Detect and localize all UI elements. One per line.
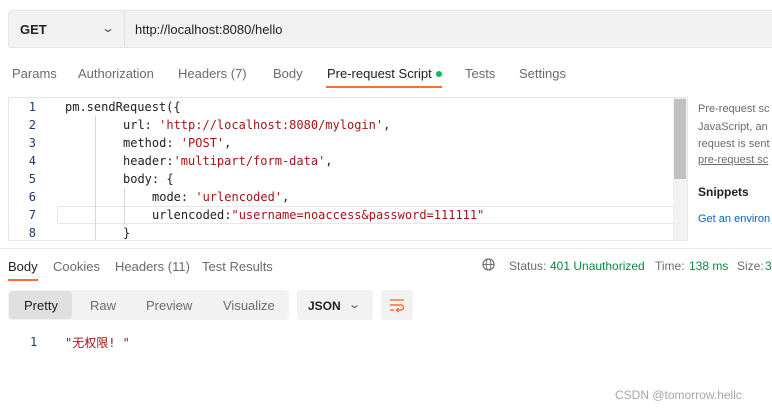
- tab-body[interactable]: Body: [273, 66, 303, 81]
- chevron-down-icon: ⌄: [100, 21, 116, 35]
- code-line-7: urlencoded:"username=noaccess&password=1…: [152, 208, 484, 222]
- code-string: 'urlencoded': [195, 190, 283, 204]
- code-line-8: }: [123, 226, 131, 240]
- globe-icon[interactable]: [482, 258, 495, 271]
- code-punct: ,: [282, 190, 290, 204]
- line-number: 5: [28, 172, 36, 186]
- side-help-text: JavaScript, an: [698, 121, 768, 133]
- request-url-bar: GET ⌄ http://localhost:8080/hello: [8, 10, 772, 48]
- status-label: Status:: [509, 259, 547, 273]
- code-string: 'multipart/form-data': [173, 154, 326, 168]
- tab-headers[interactable]: Headers (7): [178, 66, 247, 81]
- response-tab-headers[interactable]: Headers (11): [115, 259, 190, 274]
- indent-guide: [124, 188, 125, 224]
- wrap-lines-icon: [390, 299, 405, 313]
- indent-guide: [95, 116, 96, 240]
- code-line-6: mode: 'urlencoded',: [152, 190, 289, 204]
- snippet-link[interactable]: Get an environ: [698, 213, 770, 225]
- code-line-5: body: {: [123, 172, 174, 186]
- tab-pre-request-script-label: Pre-request Script: [327, 66, 432, 81]
- side-help-link[interactable]: pre-request sc: [698, 154, 768, 166]
- line-number: 7: [28, 208, 36, 222]
- code-line-4: header:'multipart/form-data',: [123, 154, 333, 168]
- code-punct: ,: [325, 154, 333, 168]
- active-dot-icon: [435, 70, 442, 77]
- method-label: GET: [20, 22, 47, 37]
- side-help-text: request is sent: [698, 138, 770, 150]
- tab-tests[interactable]: Tests: [465, 66, 495, 81]
- code-key: urlencoded:: [152, 208, 232, 222]
- line-number: 2: [28, 118, 36, 132]
- size-label: Size:: [737, 259, 764, 273]
- code-key: mode:: [152, 190, 196, 204]
- code-string: "username=noaccess&password=111111": [231, 208, 485, 222]
- code-key: header:: [123, 154, 174, 168]
- tab-authorization[interactable]: Authorization: [78, 66, 154, 81]
- tab-params[interactable]: Params: [12, 66, 57, 81]
- code-key: method:: [123, 136, 181, 150]
- view-raw-button[interactable]: Raw: [90, 298, 116, 313]
- response-active-tab-indicator: [8, 279, 38, 281]
- line-number: 4: [28, 154, 36, 168]
- response-tab-body[interactable]: Body: [8, 259, 38, 274]
- code-string: 'POST': [180, 136, 225, 150]
- url-input[interactable]: http://localhost:8080/hello: [135, 22, 282, 37]
- panel-divider[interactable]: [0, 248, 772, 249]
- status-value[interactable]: 401 Unauthorized: [550, 259, 645, 273]
- line-number: 6: [28, 190, 36, 204]
- tab-pre-request-script[interactable]: Pre-request Script: [327, 66, 442, 81]
- size-value[interactable]: 3: [765, 259, 772, 273]
- line-number: 3: [28, 136, 36, 150]
- time-label: Time:: [655, 259, 685, 273]
- response-line-number: 1: [30, 335, 38, 349]
- method-select[interactable]: GET ⌄: [9, 11, 125, 47]
- code-line-3: method: 'POST',: [123, 136, 231, 150]
- side-help-text: Pre-request sc: [698, 103, 770, 115]
- response-tab-test-results[interactable]: Test Results: [202, 259, 273, 274]
- code-punct: ,: [383, 118, 391, 132]
- watermark: CSDN @tomorrow.hellc: [615, 388, 742, 402]
- editor-scrollbar-thumb[interactable]: [674, 99, 686, 179]
- chevron-down-icon: ⌄: [348, 299, 362, 311]
- time-value[interactable]: 138 ms: [689, 259, 728, 273]
- view-pretty-button[interactable]: Pretty: [24, 298, 58, 313]
- view-visualize-button[interactable]: Visualize: [223, 298, 275, 313]
- active-tab-indicator: [326, 86, 442, 88]
- line-number: 1: [28, 100, 36, 114]
- response-tab-cookies[interactable]: Cookies: [53, 259, 100, 274]
- line-number: 8: [28, 226, 36, 240]
- code-line-2: url: 'http://localhost:8080/mylogin',: [123, 118, 390, 132]
- response-body-text[interactable]: "无权限! ": [65, 334, 130, 351]
- code-line-1: pm.sendRequest({: [65, 100, 181, 114]
- code-string: 'http://localhost:8080/mylogin': [159, 118, 384, 132]
- snippets-title: Snippets: [698, 185, 749, 199]
- code-key: url:: [123, 118, 160, 132]
- format-label: JSON: [308, 299, 341, 313]
- code-punct: ,: [224, 136, 232, 150]
- tab-settings[interactable]: Settings: [519, 66, 566, 81]
- view-preview-button[interactable]: Preview: [146, 298, 192, 313]
